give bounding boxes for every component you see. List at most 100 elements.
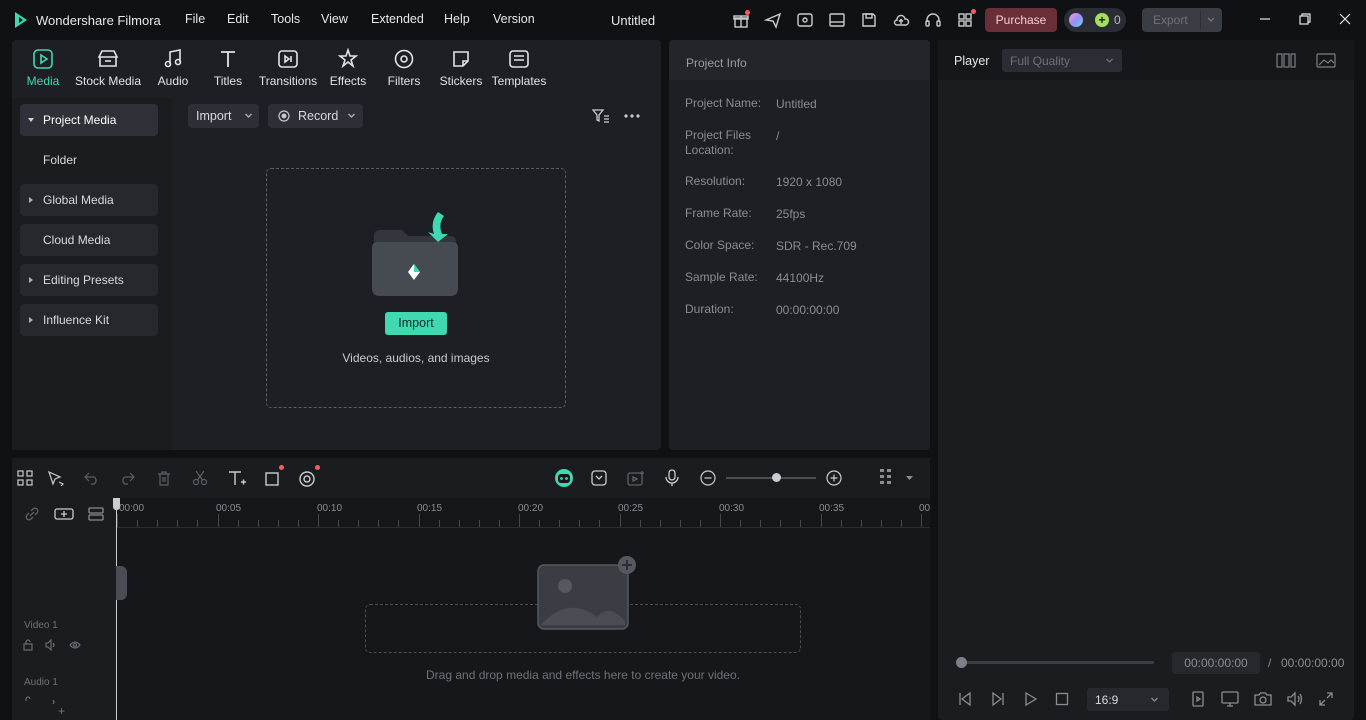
menu-file[interactable]: File bbox=[185, 12, 205, 26]
sidebar-item-editing-presets[interactable]: Editing Presets bbox=[20, 264, 158, 296]
previous-frame-icon[interactable] bbox=[958, 691, 972, 707]
layout-icon[interactable] bbox=[828, 11, 846, 29]
filters-icon bbox=[394, 49, 414, 69]
ai-tool-icon[interactable] bbox=[298, 465, 320, 487]
tab-stock-media[interactable]: Stock Media bbox=[74, 46, 142, 92]
menu-help[interactable]: Help bbox=[444, 12, 470, 26]
undo-icon[interactable] bbox=[84, 471, 100, 485]
info-label-frame-rate: Frame Rate: bbox=[685, 206, 752, 220]
menu-extended[interactable]: Extended bbox=[371, 12, 424, 26]
tab-transitions[interactable]: Transitions bbox=[258, 46, 318, 92]
playhead[interactable] bbox=[116, 498, 117, 720]
aspect-ratio-select[interactable]: 16:9 bbox=[1087, 688, 1169, 711]
camera-snapshot-icon[interactable] bbox=[1254, 691, 1272, 707]
credits-badge[interactable]: + 0 bbox=[1064, 8, 1126, 32]
tab-media[interactable]: Media bbox=[13, 46, 73, 92]
crop-icon[interactable] bbox=[264, 465, 284, 487]
sidebar-item-influence-kit[interactable]: Influence Kit bbox=[20, 304, 158, 336]
mark-in-icon[interactable] bbox=[1191, 691, 1205, 707]
playhead-handle[interactable] bbox=[113, 498, 120, 510]
player-progress-track[interactable] bbox=[962, 661, 1154, 664]
tab-effects[interactable]: Effects bbox=[318, 46, 378, 92]
headset-icon[interactable] bbox=[924, 11, 942, 29]
add-audio-track-icon[interactable]: + bbox=[58, 704, 65, 718]
next-frame-icon[interactable] bbox=[991, 691, 1005, 707]
chevron-down-icon[interactable] bbox=[905, 474, 914, 482]
feedback-icon[interactable] bbox=[796, 11, 814, 29]
send-icon[interactable] bbox=[764, 11, 782, 29]
grid-view-icon[interactable] bbox=[1276, 53, 1296, 68]
export-button[interactable]: Export bbox=[1142, 8, 1222, 32]
minimize-icon[interactable] bbox=[1258, 12, 1272, 26]
ai-copilot-icon[interactable] bbox=[554, 468, 574, 488]
track-lock-icon[interactable] bbox=[22, 639, 34, 651]
current-time[interactable]: 00:00:00:00 bbox=[1172, 652, 1260, 674]
menu-version[interactable]: Version bbox=[493, 12, 535, 26]
timeline-drop-hint: Drag and drop media and effects here to … bbox=[426, 668, 740, 682]
track-audio-icon[interactable] bbox=[45, 639, 57, 651]
close-icon[interactable] bbox=[1338, 12, 1352, 26]
player-progress-handle[interactable] bbox=[956, 657, 967, 668]
track-manager-icon[interactable] bbox=[88, 506, 104, 522]
render-preview-icon[interactable] bbox=[626, 469, 646, 487]
track-eye-icon[interactable] bbox=[69, 639, 81, 651]
effects-icon bbox=[337, 48, 359, 69]
split-scissors-icon[interactable] bbox=[192, 470, 208, 486]
tab-titles[interactable]: Titles bbox=[198, 46, 258, 92]
menu-tools[interactable]: Tools bbox=[271, 12, 300, 26]
sidebar-item-global-media[interactable]: Global Media bbox=[20, 184, 158, 216]
fullscreen-icon[interactable] bbox=[1319, 692, 1333, 706]
import-dropdown-button[interactable]: Import bbox=[188, 104, 259, 128]
ruler-label: 00:25 bbox=[618, 503, 644, 514]
zoom-out-icon[interactable] bbox=[700, 470, 716, 486]
stop-icon[interactable] bbox=[1055, 692, 1069, 706]
play-icon[interactable] bbox=[1024, 691, 1038, 707]
tab-audio[interactable]: Audio bbox=[143, 46, 203, 92]
restore-icon[interactable] bbox=[1298, 12, 1312, 26]
redo-icon[interactable] bbox=[119, 471, 135, 485]
folder-import-icon bbox=[368, 208, 464, 304]
layout-grid-icon[interactable] bbox=[17, 470, 33, 486]
record-dropdown-button[interactable]: Record bbox=[268, 104, 363, 128]
zoom-slider-handle[interactable] bbox=[771, 473, 781, 482]
sidebar-item-folder[interactable]: Folder bbox=[20, 144, 158, 176]
ruler-tick-mark bbox=[599, 520, 601, 527]
ruler-tick-mark bbox=[860, 520, 862, 527]
collapse-track-panel-handle[interactable] bbox=[116, 566, 127, 600]
zoom-in-icon[interactable] bbox=[826, 470, 842, 486]
link-icon[interactable] bbox=[24, 506, 40, 522]
apps-grid-icon[interactable] bbox=[956, 9, 976, 29]
cloud-upload-icon[interactable] bbox=[892, 11, 910, 29]
snapshot-image-icon[interactable] bbox=[1316, 53, 1336, 68]
volume-icon[interactable] bbox=[1286, 691, 1304, 707]
ruler-tick-mark bbox=[217, 514, 219, 527]
text-tool-icon[interactable] bbox=[227, 469, 247, 487]
tab-stickers[interactable]: Stickers bbox=[431, 46, 491, 92]
menu-view[interactable]: View bbox=[321, 12, 348, 26]
delete-icon[interactable] bbox=[156, 470, 172, 486]
more-options-icon[interactable] bbox=[624, 114, 640, 118]
tab-templates[interactable]: Templates bbox=[489, 46, 549, 92]
sidebar-item-project-media[interactable]: Project Media bbox=[20, 104, 158, 136]
add-track-icon[interactable] bbox=[54, 506, 74, 522]
app-name: Wondershare Filmora bbox=[36, 13, 161, 28]
select-tool-icon[interactable] bbox=[47, 470, 65, 486]
sidebar-item-cloud-media[interactable]: Cloud Media bbox=[20, 224, 158, 256]
display-monitor-icon[interactable] bbox=[1221, 691, 1239, 707]
microphone-icon[interactable] bbox=[664, 469, 680, 487]
gift-icon[interactable] bbox=[732, 10, 750, 29]
import-label: Import bbox=[196, 109, 232, 123]
track-lock-icon[interactable] bbox=[22, 696, 34, 704]
purchase-button[interactable]: Purchase bbox=[985, 8, 1057, 32]
drop-import-button[interactable]: Import bbox=[385, 312, 447, 335]
tab-label: Templates bbox=[491, 74, 547, 88]
menu-edit[interactable]: Edit bbox=[227, 12, 249, 26]
ruler-label: 00:20 bbox=[518, 503, 544, 514]
auto-reframe-icon[interactable] bbox=[590, 469, 608, 487]
track-density-icon[interactable] bbox=[878, 467, 894, 489]
quality-select[interactable]: Full Quality bbox=[1002, 49, 1122, 72]
track-audio-icon[interactable] bbox=[45, 696, 57, 704]
filter-sort-icon[interactable] bbox=[592, 108, 610, 124]
tab-filters[interactable]: Filters bbox=[374, 46, 434, 92]
save-icon[interactable] bbox=[860, 11, 878, 29]
